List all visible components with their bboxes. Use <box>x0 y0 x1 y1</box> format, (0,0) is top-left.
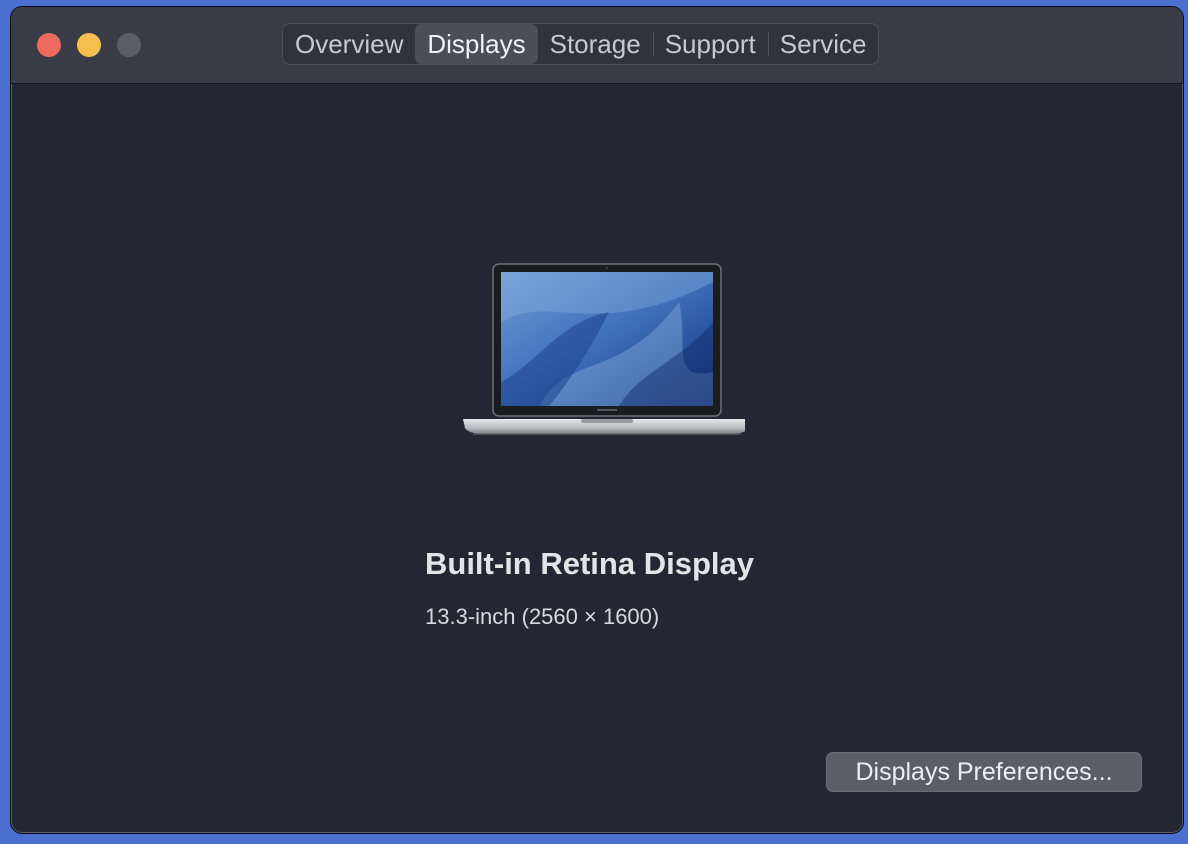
about-this-mac-window: Overview Displays Storage Support Servic… <box>10 6 1184 834</box>
titlebar: Overview Displays Storage Support Servic… <box>11 7 1183 84</box>
tab-displays[interactable]: Displays <box>415 24 538 64</box>
tab-overview[interactable]: Overview <box>283 24 415 64</box>
tab-storage[interactable]: Storage <box>538 24 653 64</box>
tab-support[interactable]: Support <box>652 24 768 64</box>
close-button[interactable] <box>37 33 61 57</box>
macbook-pro-image <box>463 263 745 435</box>
tab-bar: Overview Displays Storage Support Servic… <box>282 23 880 65</box>
display-spec: 13.3-inch (2560 × 1600) <box>425 604 660 629</box>
minimize-button[interactable] <box>77 33 101 57</box>
zoom-button[interactable] <box>117 33 141 57</box>
displays-pane: Built-in Retina Display 13.3-inch (2560 … <box>11 84 1183 833</box>
displays-preferences-button[interactable]: Displays Preferences... <box>826 752 1142 792</box>
display-name: Built-in Retina Display <box>425 546 754 581</box>
tab-service[interactable]: Service <box>767 24 879 64</box>
